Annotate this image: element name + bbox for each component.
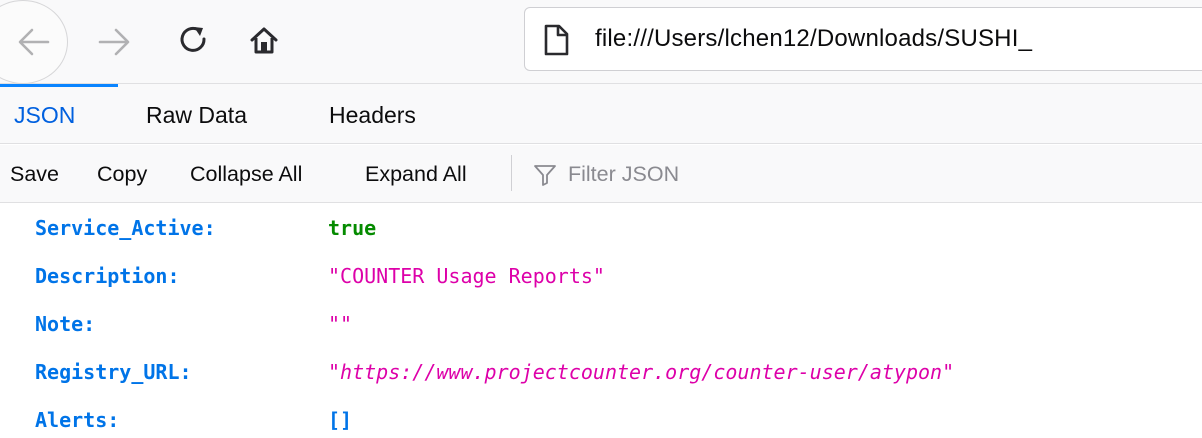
json-row-description[interactable]: Description: "COUNTER Usage Reports": [0, 252, 1202, 300]
json-key: Service_Active:: [35, 216, 216, 240]
filter-box[interactable]: [528, 153, 1188, 195]
back-button[interactable]: [0, 0, 68, 84]
json-key: Note:: [35, 312, 96, 336]
json-value: []: [328, 408, 353, 432]
copy-button[interactable]: Copy: [97, 145, 147, 203]
json-value: "COUNTER Usage Reports": [328, 264, 605, 288]
json-row-alerts[interactable]: Alerts: []: [0, 396, 1202, 438]
toolbar-separator: [511, 155, 512, 191]
viewer-tabs: JSON Raw Data Headers: [0, 84, 1202, 144]
forward-button[interactable]: [92, 20, 136, 64]
reload-button[interactable]: [172, 18, 216, 62]
tab-json[interactable]: JSON: [14, 84, 75, 144]
json-row-service-active[interactable]: Service_Active: true: [0, 204, 1202, 252]
json-action-bar: Save Copy Collapse All Expand All: [0, 145, 1202, 203]
page-icon: [544, 24, 569, 56]
filter-json-input[interactable]: [568, 153, 1168, 195]
tab-headers[interactable]: Headers: [329, 84, 416, 144]
json-value[interactable]: "https://www.projectcounter.org/counter-…: [328, 358, 954, 386]
expand-all-button[interactable]: Expand All: [365, 145, 467, 203]
url-text[interactable]: file:///Users/lchen12/Downloads/SUSHI_: [595, 24, 1032, 54]
home-button[interactable]: [240, 16, 288, 64]
json-value: "": [328, 312, 353, 336]
forward-arrow-icon: [98, 28, 130, 56]
url-bar[interactable]: file:///Users/lchen12/Downloads/SUSHI_: [524, 7, 1202, 71]
json-key: Description:: [35, 264, 180, 288]
home-icon: [250, 27, 278, 54]
browser-toolbar: file:///Users/lchen12/Downloads/SUSHI_: [0, 0, 1202, 84]
json-value: true: [328, 216, 377, 240]
json-row-registry-url[interactable]: Registry_URL: "https://www.projectcounte…: [0, 348, 1202, 396]
save-button[interactable]: Save: [10, 145, 59, 203]
back-arrow-icon: [18, 28, 50, 56]
json-row-note[interactable]: Note: "": [0, 300, 1202, 348]
tab-raw-data[interactable]: Raw Data: [146, 84, 247, 144]
json-key: Registry_URL:: [35, 360, 192, 384]
json-url-link[interactable]: https://www.projectcounter.org/counter-u…: [340, 360, 942, 384]
filter-icon: [534, 165, 556, 186]
json-key: Alerts:: [35, 408, 120, 432]
reload-icon: [180, 26, 206, 52]
collapse-all-button[interactable]: Collapse All: [190, 145, 302, 203]
json-viewer: Service_Active: true Description: "COUNT…: [0, 204, 1202, 438]
